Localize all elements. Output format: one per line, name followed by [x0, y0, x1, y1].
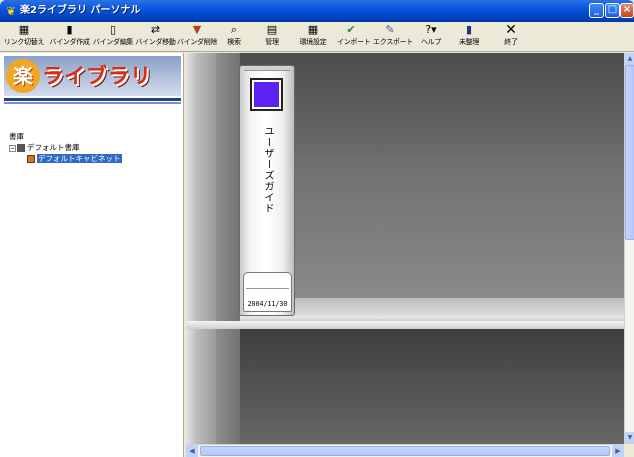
- scrollbar-corner: [624, 444, 634, 457]
- search-icon: ⌕: [230, 23, 238, 36]
- binder-delete-icon: ▼: [192, 23, 202, 36]
- scroll-up-icon[interactable]: ▲: [625, 53, 634, 65]
- shelf-back-lower: [240, 329, 624, 444]
- binder-create-button[interactable]: ▮ バインダ作成: [48, 23, 91, 51]
- unsorted-icon: ▮: [465, 23, 473, 36]
- logo-divider-accent: [4, 102, 181, 104]
- vertical-scroll-thumb[interactable]: [625, 65, 634, 240]
- export-button[interactable]: ✎ エクスポート: [373, 23, 413, 51]
- cabinet-icon: [27, 155, 35, 163]
- collapse-icon[interactable]: −: [9, 144, 16, 152]
- shelf-back-middle: [240, 153, 624, 298]
- binder-move-icon: ⇄: [150, 23, 161, 36]
- library-tree-panel: 楽 ライブラリ 書庫 − デフォルト書庫 デフォルトキャビネット: [0, 53, 184, 457]
- app-logo: 楽 ライブラリ: [4, 56, 181, 96]
- binder-edit-button[interactable]: ▯ バインダ編集: [92, 23, 134, 51]
- shelf-side-wall-inner: [216, 53, 240, 444]
- binder-title: ユーザーズガイド: [262, 126, 273, 214]
- window-title: 楽2ライブラリ パーソナル: [20, 5, 141, 16]
- shelf-board-edge: [186, 321, 624, 329]
- library-icon: [17, 144, 25, 152]
- tree-cabinet-label: デフォルトキャビネット: [37, 154, 122, 163]
- import-icon: ✔: [346, 23, 356, 36]
- binder-item[interactable]: ユーザーズガイド 2004/11/30: [239, 65, 295, 316]
- binder-date: 2004/11/30: [247, 300, 288, 308]
- logo-kanji: 楽: [6, 59, 40, 93]
- logo-text: ライブラリ: [42, 64, 152, 88]
- help-button[interactable]: ?▾ ヘルプ: [419, 23, 443, 51]
- link-switch-button[interactable]: ▦ リンク切替え: [2, 23, 46, 51]
- tree-root-label: 書庫: [9, 132, 24, 141]
- settings-icon: ▦: [307, 23, 319, 36]
- library-tree: 書庫 − デフォルト書庫 デフォルトキャビネット: [9, 131, 122, 164]
- search-button[interactable]: ⌕ 検索: [220, 23, 248, 51]
- close-button[interactable]: ×: [620, 3, 634, 18]
- bookshelf-view: ユーザーズガイド 2004/11/30: [186, 53, 624, 444]
- maximize-button[interactable]: □: [605, 3, 620, 18]
- export-icon: ✎: [385, 23, 395, 36]
- help-icon: ?▾: [425, 23, 437, 36]
- binder-pocket-line: [246, 288, 289, 289]
- logo-divider: [4, 98, 181, 101]
- exit-icon: ✕: [505, 22, 517, 38]
- tree-item-root[interactable]: 書庫: [9, 131, 122, 142]
- toolbar: ▦ リンク切替え ▮ バインダ作成 ▯ バインダ編集 ⇄ バインダ移動 ▼ バイ…: [0, 22, 634, 52]
- binder-create-icon: ▮: [66, 23, 73, 36]
- manage-button[interactable]: ▤ 管理: [258, 23, 286, 51]
- shelf-back-upper: [240, 53, 624, 153]
- horizontal-scroll-thumb[interactable]: [200, 446, 610, 456]
- vertical-scrollbar[interactable]: ▲ ▼: [624, 53, 634, 444]
- scroll-right-icon[interactable]: ▶: [612, 445, 624, 457]
- close-icon: ×: [622, 4, 632, 15]
- binder-color-swatch: [254, 82, 279, 107]
- binder-delete-button[interactable]: ▼ バインダ削除: [176, 23, 218, 51]
- link-switch-icon: ▦: [18, 23, 30, 36]
- binder-pocket: 2004/11/30: [243, 272, 292, 312]
- unsorted-button[interactable]: ▮ 未整理: [455, 23, 483, 51]
- binder-move-button[interactable]: ⇄ バインダ移動: [134, 23, 177, 51]
- manage-icon: ▤: [266, 23, 278, 36]
- tree-library-label: デフォルト書庫: [27, 143, 80, 152]
- title-bar: ❦ 楽2ライブラリ パーソナル _ □ ×: [0, 0, 634, 22]
- exit-button[interactable]: ✕ 終了: [499, 23, 523, 51]
- maximize-icon: □: [607, 4, 618, 15]
- horizontal-scrollbar[interactable]: ◀ ▶: [186, 444, 624, 457]
- minimize-icon: _: [594, 4, 599, 15]
- import-button[interactable]: ✔ インポート: [337, 23, 371, 51]
- tree-item-cabinet[interactable]: デフォルトキャビネット: [9, 153, 122, 164]
- settings-button[interactable]: ▦ 環境設定: [296, 23, 330, 51]
- binder-top: [244, 66, 290, 71]
- binder-edit-icon: ▯: [109, 23, 117, 36]
- binder-color-label: [250, 78, 283, 111]
- minimize-button[interactable]: _: [589, 3, 604, 18]
- shelf-side-wall: [186, 53, 216, 444]
- app-bear-icon: ❦: [5, 4, 17, 18]
- scroll-left-icon[interactable]: ◀: [186, 445, 198, 457]
- tree-item-library[interactable]: − デフォルト書庫: [9, 142, 122, 153]
- scroll-down-icon[interactable]: ▼: [625, 432, 634, 444]
